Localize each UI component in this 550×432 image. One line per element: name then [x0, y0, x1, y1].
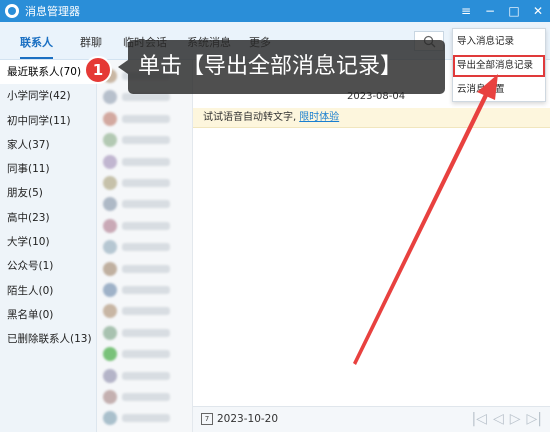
- tab-contacts[interactable]: 联系人: [20, 34, 53, 59]
- group-colleagues[interactable]: 同事(11): [0, 157, 96, 181]
- close-icon[interactable]: ✕: [526, 0, 550, 22]
- avatar: [103, 90, 117, 105]
- contact-item[interactable]: [103, 216, 187, 236]
- current-date: 2023-10-20: [217, 413, 279, 425]
- contact-name-redacted: [122, 371, 170, 380]
- avatar: [103, 154, 117, 169]
- window-title: 消息管理器: [25, 5, 80, 18]
- pagination: |◁ ◁ ▷ ▷|: [471, 411, 542, 427]
- contact-name-redacted: [122, 200, 170, 209]
- avatar: [103, 133, 117, 148]
- contact-item[interactable]: [103, 152, 187, 172]
- contact-item[interactable]: [103, 280, 187, 300]
- app-logo-icon: [5, 4, 19, 18]
- contact-name-redacted: [122, 414, 170, 423]
- title-bar: 消息管理器 ≡ − □ ✕: [0, 0, 550, 22]
- contact-item[interactable]: [103, 344, 187, 364]
- avatar: [103, 111, 117, 126]
- instruction-callout: 单击【导出全部消息记录】: [118, 40, 445, 94]
- step-number-badge: 1: [84, 56, 112, 84]
- contact-item[interactable]: [103, 323, 187, 343]
- contact-item[interactable]: [103, 130, 187, 150]
- menu-cloud-message-settings[interactable]: 云消息设置: [453, 79, 545, 101]
- avatar: [103, 283, 117, 297]
- minimize-icon[interactable]: −: [478, 0, 502, 22]
- contact-item[interactable]: [103, 387, 187, 407]
- contact-name-redacted: [122, 393, 170, 401]
- group-strangers[interactable]: 陌生人(0): [0, 279, 96, 303]
- contact-item[interactable]: [103, 408, 187, 428]
- avatar: [103, 176, 117, 190]
- contact-name-redacted: [122, 286, 170, 294]
- group-high-school[interactable]: 高中(23): [0, 206, 96, 230]
- contact-item[interactable]: [103, 301, 187, 321]
- contact-list: [97, 60, 193, 432]
- contact-name-redacted: [122, 350, 170, 359]
- contact-item[interactable]: [103, 259, 187, 279]
- group-friends[interactable]: 朋友(5): [0, 181, 96, 205]
- contact-name-redacted: [122, 114, 170, 123]
- more-dropdown-menu: 导入消息记录 导出全部消息记录 云消息设置: [452, 28, 546, 102]
- avatar: [103, 218, 117, 233]
- bottom-bar: 7 2023-10-20 |◁ ◁ ▷ ▷|: [193, 406, 550, 432]
- group-middle-school[interactable]: 初中同学(11): [0, 109, 96, 133]
- next-page-icon[interactable]: ▷: [510, 411, 521, 427]
- avatar: [103, 390, 117, 404]
- avatar: [103, 325, 117, 340]
- group-family[interactable]: 家人(37): [0, 133, 96, 157]
- trial-link[interactable]: 限时体验: [299, 112, 339, 123]
- last-page-icon[interactable]: ▷|: [527, 411, 542, 427]
- avatar: [103, 411, 117, 426]
- contact-name-redacted: [122, 264, 170, 273]
- avatar: [103, 197, 117, 212]
- avatar: [103, 261, 117, 276]
- voice-to-text-notice: 试试语音自动转文字, 限时体验: [193, 108, 550, 128]
- window-controls: ≡ − □ ✕: [454, 0, 550, 22]
- contact-item[interactable]: [103, 109, 187, 129]
- contact-name-redacted: [122, 328, 170, 337]
- prev-page-icon[interactable]: ◁: [493, 411, 504, 427]
- menu-import-messages[interactable]: 导入消息记录: [453, 31, 545, 53]
- contact-item[interactable]: [103, 366, 187, 386]
- contact-item[interactable]: [103, 194, 187, 214]
- group-official-accounts[interactable]: 公众号(1): [0, 254, 96, 278]
- menu-icon[interactable]: ≡: [454, 0, 478, 22]
- first-page-icon[interactable]: |◁: [471, 411, 486, 427]
- group-deleted-contacts[interactable]: 已删除联系人(13): [0, 327, 96, 351]
- calendar-icon[interactable]: 7: [201, 413, 213, 425]
- group-primary-classmates[interactable]: 小学同学(42): [0, 84, 96, 108]
- group-recent-contacts[interactable]: 最近联系人(70): [0, 60, 96, 85]
- message-area: 2023-08-04 试试语音自动转文字, 限时体验: [193, 60, 550, 406]
- avatar: [103, 368, 117, 383]
- contact-name-redacted: [122, 136, 170, 145]
- avatar: [103, 347, 117, 362]
- group-blacklist[interactable]: 黑名单(0): [0, 303, 96, 327]
- contact-item[interactable]: [103, 237, 187, 257]
- contact-groups-sidebar: 最近联系人(70) 小学同学(42) 初中同学(11) 家人(37) 同事(11…: [0, 60, 97, 432]
- maximize-icon[interactable]: □: [502, 0, 526, 22]
- group-university[interactable]: 大学(10): [0, 230, 96, 254]
- avatar: [103, 240, 117, 255]
- contact-name-redacted: [122, 221, 170, 230]
- menu-export-all-messages[interactable]: 导出全部消息记录: [453, 55, 545, 77]
- tab-groups[interactable]: 群聊: [80, 34, 102, 50]
- contact-name-redacted: [122, 157, 170, 166]
- notice-text: 试试语音自动转文字,: [203, 112, 297, 123]
- contact-name-redacted: [122, 93, 170, 102]
- contact-name-redacted: [122, 179, 170, 187]
- avatar: [103, 304, 117, 319]
- contact-name-redacted: [122, 243, 170, 252]
- contact-name-redacted: [122, 307, 170, 316]
- contact-item[interactable]: [103, 173, 187, 193]
